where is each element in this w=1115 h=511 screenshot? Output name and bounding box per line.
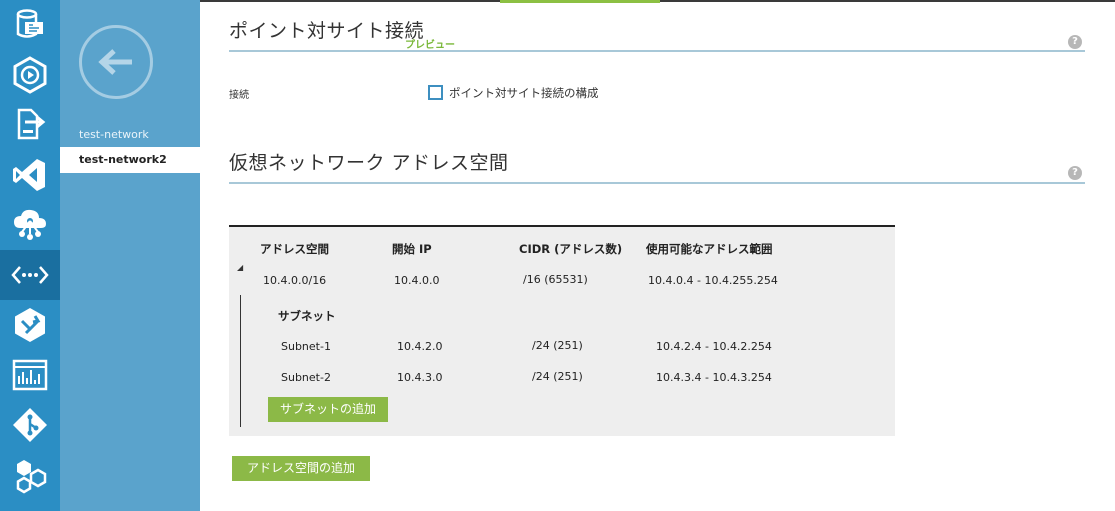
address-space-start-ip[interactable]: 10.4.0.0 bbox=[394, 274, 439, 287]
subnet-1-name[interactable]: Subnet-1 bbox=[281, 340, 331, 353]
arrow-left-icon bbox=[98, 49, 132, 75]
add-address-space-button[interactable]: アドレス空間の追加 bbox=[232, 456, 370, 481]
subnet-1-cidr[interactable]: /24 (251) bbox=[532, 339, 583, 352]
rail-item-deploy[interactable] bbox=[0, 100, 60, 150]
traffic-manager-icon bbox=[15, 308, 45, 342]
deploy-icon bbox=[17, 108, 46, 140]
rail-item-virtual-network[interactable] bbox=[0, 250, 60, 300]
rail-item-hexagon-apps[interactable] bbox=[0, 450, 60, 500]
rail-item-git[interactable] bbox=[0, 400, 60, 450]
vnet-help-icon[interactable]: ? bbox=[1068, 166, 1082, 180]
git-icon bbox=[13, 408, 47, 442]
nav-item-test-network[interactable]: test-network bbox=[60, 122, 200, 148]
p2s-configure-checkbox[interactable] bbox=[428, 85, 443, 100]
subnet-2-name[interactable]: Subnet-2 bbox=[281, 371, 331, 384]
hexagon-apps-icon bbox=[16, 460, 47, 494]
header-address-space: アドレス空間 bbox=[260, 242, 329, 256]
connection-label: 接続 bbox=[229, 90, 249, 101]
header-usable-range: 使用可能なアドレス範囲 bbox=[646, 242, 773, 256]
p2s-help-icon[interactable]: ? bbox=[1068, 35, 1082, 49]
database-icon bbox=[16, 9, 43, 38]
subnet-header: サブネット bbox=[278, 309, 336, 323]
back-button[interactable] bbox=[79, 25, 153, 99]
vnet-address-space-title: 仮想ネットワーク アドレス空間 bbox=[229, 152, 509, 174]
cloud-services-icon bbox=[14, 209, 46, 240]
virtual-network-icon bbox=[11, 266, 49, 284]
visual-studio-icon bbox=[13, 159, 45, 191]
left-icon-rail bbox=[0, 0, 60, 511]
rail-item-dashboard[interactable] bbox=[0, 350, 60, 400]
nav-item-test-network2[interactable]: test-network2 bbox=[60, 147, 200, 173]
media-play-icon bbox=[13, 56, 47, 94]
subnet-1-range: 10.4.2.4 - 10.4.2.254 bbox=[656, 340, 772, 353]
top-strip-accent bbox=[500, 0, 660, 3]
subnet-1-start-ip[interactable]: 10.4.2.0 bbox=[397, 340, 442, 353]
p2s-section-title: ポイント対サイト接続 bbox=[229, 20, 425, 42]
p2s-section-divider bbox=[229, 50, 1085, 52]
subnet-tree-line bbox=[240, 295, 241, 427]
address-space-cidr[interactable]: /16 (65531) bbox=[523, 273, 588, 286]
rail-item-cloud-services[interactable] bbox=[0, 200, 60, 250]
p2s-configure-label[interactable]: ポイント対サイト接続の構成 bbox=[449, 85, 599, 101]
rail-item-visual-studio[interactable] bbox=[0, 150, 60, 200]
address-space-value[interactable]: 10.4.0.0/16 bbox=[263, 274, 326, 287]
rail-item-traffic-manager[interactable] bbox=[0, 300, 60, 350]
network-list-panel: test-network test-network2 bbox=[60, 0, 200, 511]
header-start-ip: 開始 IP bbox=[392, 242, 432, 256]
subnet-2-cidr[interactable]: /24 (251) bbox=[532, 370, 583, 383]
dashboard-icon bbox=[12, 359, 48, 391]
rail-item-database[interactable] bbox=[0, 0, 60, 50]
vnet-section-divider bbox=[229, 182, 1085, 184]
rail-item-media[interactable] bbox=[0, 50, 60, 100]
collapse-toggle-icon[interactable]: ◢ bbox=[237, 263, 243, 272]
add-subnet-button[interactable]: サブネットの追加 bbox=[268, 397, 388, 422]
address-space-range: 10.4.0.4 - 10.4.255.254 bbox=[648, 274, 778, 287]
address-space-table: アドレス空間 開始 IP CIDR (アドレス数) 使用可能なアドレス範囲 ◢ … bbox=[229, 225, 895, 436]
subnet-2-range: 10.4.3.4 - 10.4.3.254 bbox=[656, 371, 772, 384]
preview-badge: プレビュー bbox=[405, 40, 455, 51]
header-cidr: CIDR (アドレス数) bbox=[519, 242, 623, 256]
subnet-2-start-ip[interactable]: 10.4.3.0 bbox=[397, 371, 442, 384]
